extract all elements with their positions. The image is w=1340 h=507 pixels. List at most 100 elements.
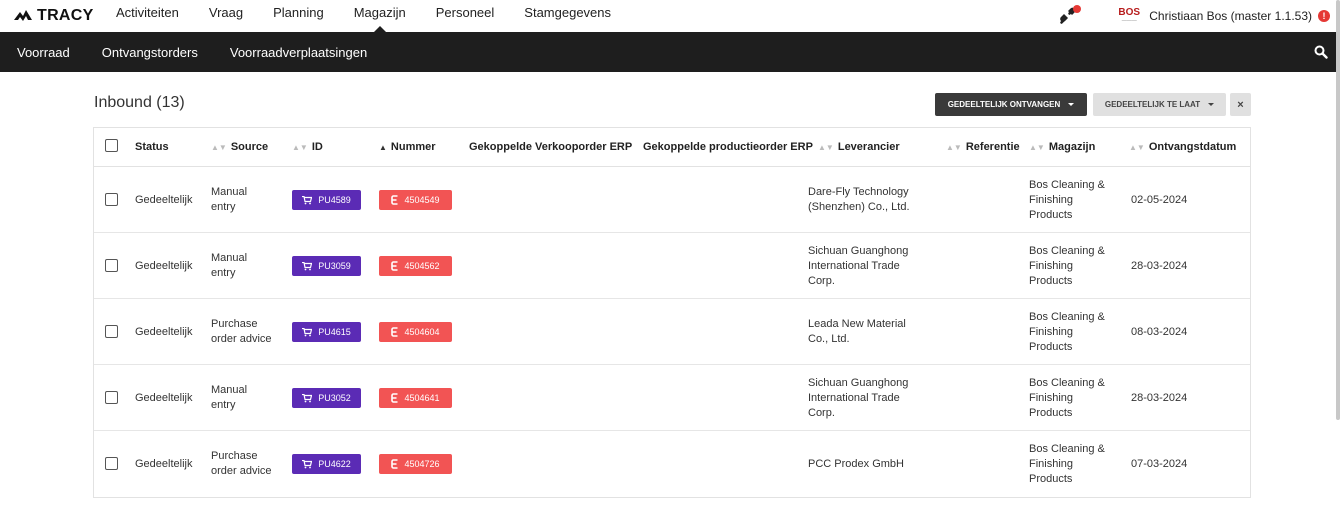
sub-navigation: Voorraad Ontvangstorders Voorraadverplaats… — [0, 32, 1340, 72]
column-ontvangstdatum[interactable]: ▲▼ Ontvangstdatum — [1129, 141, 1236, 153]
row-checkbox[interactable] — [105, 391, 118, 404]
table-row[interactable]: Gedeeltelijk Manual entry PU3052 4504641 Sich… — [94, 365, 1250, 431]
search-icon[interactable] — [1314, 45, 1328, 59]
sub-menu-item-ontvangstorders[interactable]: Ontvangstorders — [102, 45, 198, 60]
id-badge[interactable]: PU4622 — [292, 454, 361, 474]
status-cell: Gedeeltelijk — [135, 260, 193, 272]
filter-late-dropdown-button[interactable]: GEDEELTELIJK TE LAAT — [1093, 93, 1226, 116]
status-cell: Gedeeltelijk — [135, 194, 193, 206]
clear-filter-button[interactable]: × — [1230, 93, 1251, 116]
sort-icon: ▲▼ — [818, 143, 834, 152]
top-navigation: TRACY Activiteiten Vraag Planning Magazijn P… — [0, 0, 1340, 32]
main-menu-item-personeel[interactable]: Personeel — [436, 0, 495, 32]
erp-icon — [391, 261, 398, 271]
nummer-badge[interactable]: 4504604 — [379, 322, 452, 342]
notification-dot — [1073, 5, 1082, 13]
column-source[interactable]: ▲▼ Source — [211, 141, 268, 153]
id-badge[interactable]: PU3059 — [292, 256, 361, 276]
main-menu: Activiteiten Vraag Planning Magazijn Persone… — [116, 0, 641, 32]
cart-icon — [302, 327, 313, 336]
id-badge[interactable]: PU4615 — [292, 322, 361, 342]
nummer-badge[interactable]: 4504562 — [379, 256, 452, 276]
cart-icon — [302, 393, 313, 402]
table-header: Status ▲▼ Source ▲▼ ID ▲ Nummer Gekoppelde … — [94, 128, 1250, 167]
ontvangstdatum-cell: 28-03-2024 — [1131, 392, 1188, 404]
company-logo: BOS ——— — [1118, 7, 1141, 25]
chevron-down-icon — [1208, 103, 1215, 106]
main-menu-item-magazijn[interactable]: Magazijn — [354, 0, 406, 32]
column-id[interactable]: ▲▼ ID — [292, 141, 323, 153]
nummer-badge[interactable]: 4504726 — [379, 454, 452, 474]
column-nummer[interactable]: ▲ Nummer — [379, 141, 436, 153]
source-cell: Purchase order advice — [211, 318, 272, 345]
row-checkbox[interactable] — [105, 325, 118, 338]
user-name[interactable]: Christiaan Bos (master 1.1.53) — [1149, 9, 1312, 23]
sub-menu-item-voorraad[interactable]: Voorraad — [17, 45, 70, 60]
column-magazijn[interactable]: ▲▼ Magazijn — [1029, 141, 1095, 153]
inbound-table: Status ▲▼ Source ▲▼ ID ▲ Nummer Gekoppelde … — [93, 127, 1251, 498]
column-verkooporder: Gekoppelde Verkooporder ERP — [469, 141, 633, 153]
leverancier-cell: Sichuan Guanghong International Trade Corp… — [808, 244, 909, 287]
filter-dropdown-label: GEDEELTELIJK ONTVANGEN — [947, 100, 1061, 109]
page-title: Inbound (13) — [94, 94, 185, 111]
row-checkbox[interactable] — [105, 259, 118, 272]
source-cell: Manual entry — [211, 186, 248, 213]
column-leverancier[interactable]: ▲▼ Leverancier — [818, 141, 900, 153]
alert-icon[interactable]: ! — [1318, 10, 1330, 22]
table-row[interactable]: Gedeeltelijk Purchase order advice PU4615 45… — [94, 299, 1250, 365]
sub-menu-item-voorraadverplaatsingen[interactable]: Voorraadverplaatsingen — [230, 45, 367, 60]
main-menu-item-stamgegevens[interactable]: Stamgegevens — [524, 0, 611, 32]
cart-icon — [302, 195, 313, 204]
erp-icon — [391, 327, 398, 337]
source-cell: Manual entry — [211, 252, 248, 279]
magazijn-cell: Bos Cleaning & Finishing Products — [1029, 310, 1105, 353]
erp-icon — [391, 393, 398, 403]
id-badge[interactable]: PU3052 — [292, 388, 361, 408]
cart-icon — [302, 261, 313, 270]
main-menu-item-planning[interactable]: Planning — [273, 0, 324, 32]
ontvangstdatum-cell: 02-05-2024 — [1131, 194, 1188, 206]
ontvangstdatum-cell: 28-03-2024 — [1131, 260, 1188, 272]
nummer-badge[interactable]: 4504641 — [379, 388, 452, 408]
leverancier-cell: Leada New Material Co., Ltd. — [808, 318, 906, 345]
status-cell: Gedeeltelijk — [135, 326, 193, 338]
sub-menu: Voorraad Ontvangstorders Voorraadverplaats… — [0, 45, 369, 60]
magazijn-cell: Bos Cleaning & Finishing Products — [1029, 178, 1105, 221]
tracy-logo[interactable]: TRACY — [13, 7, 103, 25]
table-row[interactable]: Gedeeltelijk Manual entry PU4589 4504549 Dare… — [94, 167, 1250, 233]
chevron-down-icon — [1068, 103, 1075, 106]
sort-asc-icon: ▲ — [379, 143, 387, 152]
leverancier-cell: PCC Prodex GmbH — [808, 457, 904, 470]
status-cell: Gedeeltelijk — [135, 458, 193, 470]
filter-dropdown-button[interactable]: GEDEELTELIJK ONTVANGEN — [935, 93, 1087, 116]
row-checkbox[interactable] — [105, 193, 118, 206]
row-checkbox[interactable] — [105, 457, 118, 470]
ontvangstdatum-cell: 08-03-2024 — [1131, 326, 1188, 338]
link-icon[interactable] — [1057, 4, 1082, 28]
column-referentie[interactable]: ▲▼ Referentie — [946, 141, 1020, 153]
erp-icon — [391, 459, 398, 469]
sort-icon: ▲▼ — [1129, 143, 1145, 152]
page-scrollbar[interactable] — [1336, 0, 1340, 420]
sort-icon: ▲▼ — [292, 143, 308, 152]
main-menu-item-vraag[interactable]: Vraag — [209, 0, 243, 32]
status-cell: Gedeeltelijk — [135, 392, 193, 404]
logo-text: TRACY — [37, 7, 94, 24]
select-all-checkbox[interactable] — [105, 139, 118, 152]
main-menu-item-activiteiten[interactable]: Activiteiten — [116, 0, 179, 32]
tracy-logo-icon — [14, 10, 32, 21]
table-row[interactable]: Gedeeltelijk Manual entry PU3059 4504562 Sich… — [94, 233, 1250, 299]
erp-icon — [391, 195, 398, 205]
sort-icon: ▲▼ — [211, 143, 227, 152]
column-productieorder: Gekoppelde productieorder ERP — [643, 141, 813, 153]
leverancier-cell: Sichuan Guanghong International Trade Corp… — [808, 376, 909, 419]
table-row[interactable]: Gedeeltelijk Purchase order advice PU4622 45… — [94, 431, 1250, 497]
cart-icon — [302, 459, 313, 468]
id-badge[interactable]: PU4589 — [292, 190, 361, 210]
sort-icon: ▲▼ — [946, 143, 962, 152]
source-cell: Purchase order advice — [211, 450, 272, 477]
source-cell: Manual entry — [211, 384, 248, 411]
nummer-badge[interactable]: 4504549 — [379, 190, 452, 210]
column-status: Status — [135, 141, 169, 153]
magazijn-cell: Bos Cleaning & Finishing Products — [1029, 376, 1105, 419]
